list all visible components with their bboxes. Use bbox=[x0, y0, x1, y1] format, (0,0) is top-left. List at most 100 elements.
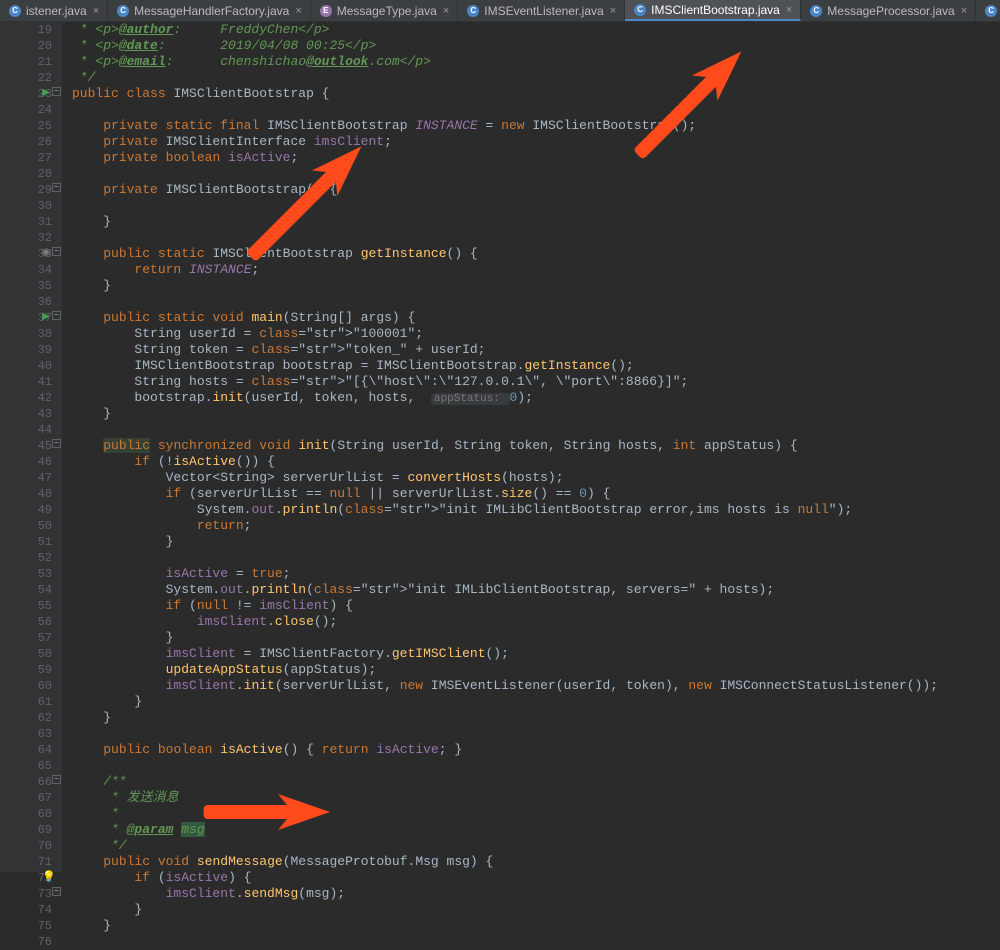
tab-abstractm[interactable]: CAbstractM× bbox=[976, 0, 1000, 21]
line-number: 21 bbox=[0, 54, 52, 70]
code-line[interactable]: public boolean isActive() { return isAct… bbox=[72, 742, 1000, 758]
line-number: 56 bbox=[0, 614, 52, 630]
line-number: 40 bbox=[0, 358, 52, 374]
fold-icon[interactable]: − bbox=[52, 311, 61, 320]
code-line[interactable] bbox=[72, 198, 1000, 214]
fold-icon[interactable]: − bbox=[52, 183, 61, 192]
code-line[interactable]: private IMSClientInterface imsClient; bbox=[72, 134, 1000, 150]
code-line[interactable]: } bbox=[72, 278, 1000, 294]
code-line[interactable]: bootstrap.init(userId, token, hosts, app… bbox=[72, 390, 1000, 406]
code-line[interactable]: imsClient = IMSClientFactory.getIMSClien… bbox=[72, 646, 1000, 662]
tab-label: istener.java bbox=[26, 4, 87, 18]
code-line[interactable]: IMSClientBootstrap bootstrap = IMSClient… bbox=[72, 358, 1000, 374]
fold-icon[interactable]: − bbox=[52, 87, 61, 96]
code-line[interactable]: } bbox=[72, 214, 1000, 230]
tab-imseventlistener-java[interactable]: CIMSEventListener.java× bbox=[458, 0, 625, 21]
close-icon[interactable]: × bbox=[610, 5, 616, 17]
code-line[interactable]: System.out.println(class="str">"init IML… bbox=[72, 582, 1000, 598]
run-gutter-icon[interactable]: ▶ bbox=[40, 310, 52, 326]
code-line[interactable]: isActive = true; bbox=[72, 566, 1000, 582]
code-line[interactable]: * <p>@email: chenshichao@outlook.com</p> bbox=[72, 54, 1000, 70]
line-number: 45− bbox=[0, 438, 52, 454]
code-line[interactable]: return; bbox=[72, 518, 1000, 534]
line-number: 43 bbox=[0, 406, 52, 422]
code-line[interactable]: private boolean isActive; bbox=[72, 150, 1000, 166]
run-gutter-icon[interactable]: ▶ bbox=[40, 86, 52, 102]
code-line[interactable]: public static IMSClientBootstrap getInst… bbox=[72, 246, 1000, 262]
tab-messagetype-java[interactable]: EMessageType.java× bbox=[311, 0, 459, 21]
code-line[interactable]: imsClient.init(serverUrlList, new IMSEve… bbox=[72, 678, 1000, 694]
code-line[interactable]: */ bbox=[72, 838, 1000, 854]
code-line[interactable] bbox=[72, 550, 1000, 566]
code-line[interactable]: String hosts = class="str">"[{\"host\":\… bbox=[72, 374, 1000, 390]
code-line[interactable]: return INSTANCE; bbox=[72, 262, 1000, 278]
implements-gutter-icon[interactable]: ◉ bbox=[40, 246, 52, 262]
code-line[interactable]: private static final IMSClientBootstrap … bbox=[72, 118, 1000, 134]
code-line[interactable] bbox=[72, 758, 1000, 774]
fold-icon[interactable]: − bbox=[52, 775, 61, 784]
code-line[interactable]: imsClient.sendMsg(msg); bbox=[72, 886, 1000, 902]
code-line[interactable] bbox=[72, 102, 1000, 118]
code-line[interactable]: public class IMSClientBootstrap { bbox=[72, 86, 1000, 102]
code-line[interactable]: } bbox=[72, 406, 1000, 422]
close-icon[interactable]: × bbox=[443, 5, 449, 17]
code-line[interactable]: private IMSClientBootstrap() { bbox=[72, 182, 1000, 198]
tab-imsclientbootstrap-java[interactable]: CIMSClientBootstrap.java× bbox=[625, 0, 801, 21]
file-icon: C bbox=[633, 3, 647, 17]
code-line[interactable]: public static void main(String[] args) { bbox=[72, 310, 1000, 326]
tab-label: MessageType.java bbox=[337, 4, 437, 18]
tab-istener-java[interactable]: Cistener.java× bbox=[0, 0, 108, 21]
close-icon[interactable]: × bbox=[93, 5, 99, 17]
fold-icon[interactable]: − bbox=[52, 439, 61, 448]
code-line[interactable] bbox=[72, 934, 1000, 950]
line-number: 34 bbox=[0, 262, 52, 278]
code-line[interactable]: } bbox=[72, 694, 1000, 710]
code-line[interactable]: } bbox=[72, 918, 1000, 934]
code-line[interactable]: if (serverUrlList == null || serverUrlLi… bbox=[72, 486, 1000, 502]
code-line[interactable]: updateAppStatus(appStatus); bbox=[72, 662, 1000, 678]
code-line[interactable]: * @param msg bbox=[72, 822, 1000, 838]
code-line[interactable]: if (!isActive()) { bbox=[72, 454, 1000, 470]
code-line[interactable]: } bbox=[72, 902, 1000, 918]
code-line[interactable]: if (null != imsClient) { bbox=[72, 598, 1000, 614]
code-line[interactable] bbox=[72, 166, 1000, 182]
line-number: 61 bbox=[0, 694, 52, 710]
code-line[interactable]: public synchronized void init(String use… bbox=[72, 438, 1000, 454]
code-line[interactable] bbox=[72, 230, 1000, 246]
code-line[interactable]: } bbox=[72, 710, 1000, 726]
code-line[interactable]: String userId = class="str">"100001"; bbox=[72, 326, 1000, 342]
line-number: 52 bbox=[0, 550, 52, 566]
intention-bulb-icon[interactable]: 💡 bbox=[42, 870, 56, 886]
close-icon[interactable]: × bbox=[961, 5, 967, 17]
code-line[interactable]: String token = class="str">"token_" + us… bbox=[72, 342, 1000, 358]
code-line[interactable]: System.out.println(class="str">"init IML… bbox=[72, 502, 1000, 518]
line-number: 37▶− bbox=[0, 310, 52, 326]
fold-icon[interactable]: − bbox=[52, 247, 61, 256]
code-line[interactable]: Vector<String> serverUrlList = convertHo… bbox=[72, 470, 1000, 486]
code-line[interactable]: if (isActive) { bbox=[72, 870, 1000, 886]
code-line[interactable]: * <p>@date: 2019/04/08 00:25</p> bbox=[72, 38, 1000, 54]
code-line[interactable]: /** bbox=[72, 774, 1000, 790]
fold-icon[interactable]: − bbox=[52, 887, 61, 896]
code-line[interactable] bbox=[72, 422, 1000, 438]
code-line[interactable]: } bbox=[72, 534, 1000, 550]
line-number: 50 bbox=[0, 518, 52, 534]
code-line[interactable]: * 发送消息 bbox=[72, 790, 1000, 806]
line-number: 57 bbox=[0, 630, 52, 646]
line-number: 63 bbox=[0, 726, 52, 742]
close-icon[interactable]: × bbox=[295, 5, 301, 17]
code-line[interactable] bbox=[72, 294, 1000, 310]
close-icon[interactable]: × bbox=[786, 4, 792, 16]
tab-messageprocessor-java[interactable]: CMessageProcessor.java× bbox=[801, 0, 976, 21]
code-line[interactable]: public void sendMessage(MessageProtobuf.… bbox=[72, 854, 1000, 870]
code-line[interactable]: } bbox=[72, 630, 1000, 646]
line-number: 27 bbox=[0, 150, 52, 166]
line-number: 74 bbox=[0, 902, 52, 918]
code-view[interactable]: * <p>@author: FreddyChen</p> * <p>@date:… bbox=[62, 22, 1000, 872]
code-line[interactable] bbox=[72, 726, 1000, 742]
code-line[interactable]: * bbox=[72, 806, 1000, 822]
code-line[interactable]: imsClient.close(); bbox=[72, 614, 1000, 630]
code-line[interactable]: * <p>@author: FreddyChen</p> bbox=[72, 22, 1000, 38]
code-line[interactable]: */ bbox=[72, 70, 1000, 86]
tab-messagehandlerfactory-java[interactable]: CMessageHandlerFactory.java× bbox=[108, 0, 311, 21]
